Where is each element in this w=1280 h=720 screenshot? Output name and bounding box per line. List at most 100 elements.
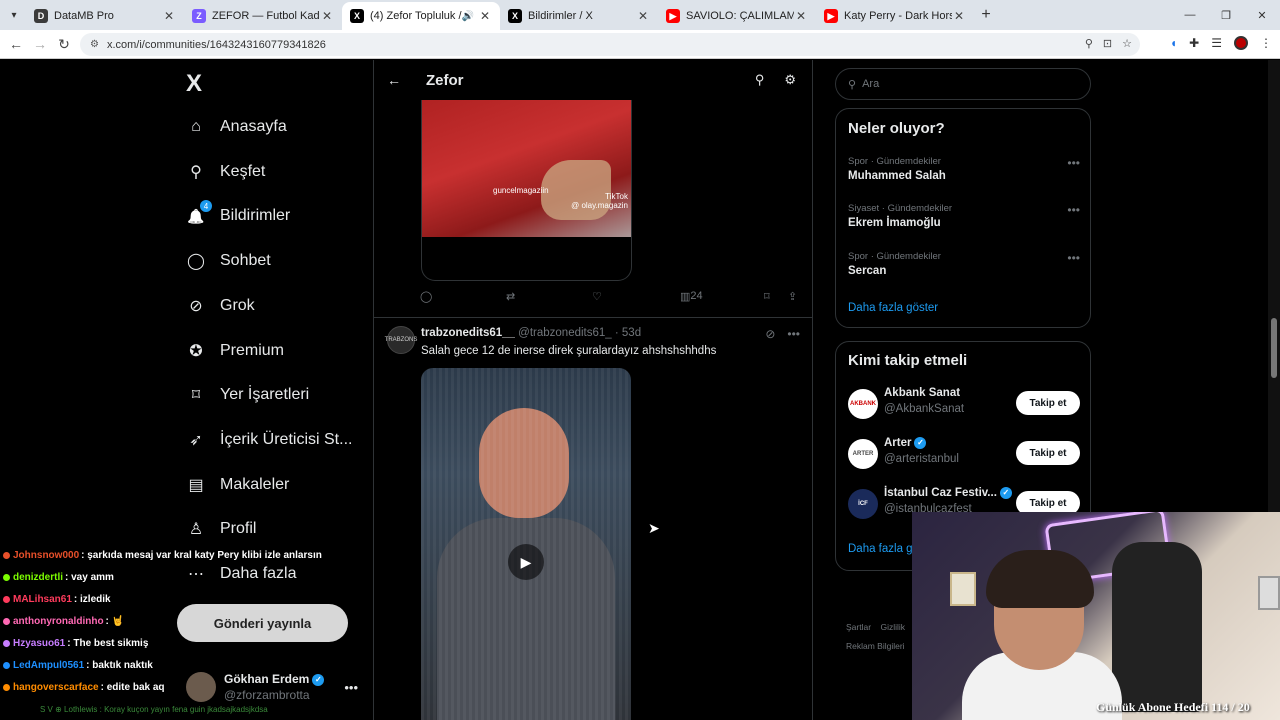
browser-menu-icon[interactable]: ⋮ xyxy=(1260,36,1272,50)
browser-tab-2[interactable]: X (4) Zefor Topluluk / X 🔊 ✕ xyxy=(342,2,500,30)
nav-home[interactable]: ⌂ Anasayfa xyxy=(186,112,287,142)
close-tab-icon[interactable]: ✕ xyxy=(952,9,966,23)
browser-toolbar: ← → ↻ ⚙ x.com/i/communities/164324316077… xyxy=(0,30,1280,59)
site-info-icon[interactable]: ⚙ xyxy=(90,39,99,50)
browser-tab-4[interactable]: ▶ SAVIOLO: ÇALIMLAMAK BENİM ✕ xyxy=(658,2,816,30)
reply-icon[interactable]: ◯ xyxy=(420,290,432,303)
follow-button[interactable]: Takip et xyxy=(1016,441,1080,465)
back-icon[interactable]: ← xyxy=(4,36,28,52)
trend-item[interactable]: Siyaset · Gündemdekiler Ekrem İmamoğlu •… xyxy=(848,203,1080,229)
close-tab-icon[interactable]: ✕ xyxy=(478,9,492,23)
close-tab-icon[interactable]: ✕ xyxy=(794,9,808,23)
bookmark-icon[interactable]: ⌑ xyxy=(764,290,770,303)
back-arrow-icon[interactable]: ← xyxy=(374,72,414,88)
install-icon[interactable]: ⊡ xyxy=(1103,37,1112,50)
nav-premium[interactable]: ✪ Premium xyxy=(186,336,284,366)
bookmark-star-icon[interactable]: ☆ xyxy=(1122,37,1132,50)
reload-icon[interactable]: ↻ xyxy=(52,36,76,53)
chat-text: : The best sikmiş xyxy=(67,637,149,649)
nav-bookmarks[interactable]: ⌑ Yer İşaretleri xyxy=(186,380,309,410)
retweet-icon[interactable]: ⇄ xyxy=(506,290,515,303)
premium-icon: ✪ xyxy=(189,343,203,360)
scrollbar-thumb[interactable] xyxy=(1271,318,1277,378)
settings-gear-icon[interactable]: ⚙ xyxy=(784,72,796,88)
more-options-icon[interactable]: ••• xyxy=(1067,156,1080,170)
follow-button[interactable]: Takip et xyxy=(1016,391,1080,415)
nav-grok[interactable]: ⊘ Grok xyxy=(186,291,255,321)
extensions-puzzle-icon[interactable]: ✚ xyxy=(1189,36,1199,50)
footer-links: Şartlar Gizlilik Reklam Bilgileri xyxy=(846,618,905,656)
chat-text: : edite bak aq xyxy=(100,681,165,693)
suggestion-name: Akbank Sanat xyxy=(884,387,961,399)
follow-suggestion[interactable]: AKBANK Akbank Sanat @AkbankSanat Takip e… xyxy=(848,387,1080,423)
address-bar[interactable]: ⚙ x.com/i/communities/164324316077934182… xyxy=(80,33,1140,56)
profile-avatar[interactable] xyxy=(1234,36,1248,50)
nav-profile[interactable]: ♙ Profil xyxy=(186,514,257,544)
follow-suggestion[interactable]: ARTER Arter ✓ @arteristanbul Takip et xyxy=(848,437,1080,473)
trend-item[interactable]: Spor · Gündemdekiler Sercan ••• xyxy=(848,251,1080,277)
chat-badge-icon xyxy=(3,573,10,581)
close-tab-icon[interactable]: ✕ xyxy=(320,9,334,23)
tab-favicon: X xyxy=(508,9,522,23)
mouse-cursor-icon: ➤ xyxy=(648,520,660,536)
like-icon[interactable]: ♡ xyxy=(592,290,602,303)
nav-chat[interactable]: ◯ Sohbet xyxy=(186,246,271,276)
close-tab-icon[interactable]: ✕ xyxy=(162,9,176,23)
search-icon[interactable]: ⚲ xyxy=(755,72,765,88)
author-handle[interactable]: @trabzonedits61_ xyxy=(518,327,612,339)
grok-icon[interactable]: ⊘ xyxy=(765,327,775,341)
wall-frame xyxy=(950,572,976,606)
chat-message: MALihsan61: izledik xyxy=(0,588,370,610)
footer-link[interactable]: Şartlar xyxy=(846,622,871,632)
nav-articles[interactable]: ▤ Makaleler xyxy=(186,470,289,500)
more-options-icon[interactable]: ••• xyxy=(1067,251,1080,265)
footer-link[interactable]: Gizlilik xyxy=(881,622,906,632)
author-name[interactable]: trabzonedits61__ xyxy=(421,327,515,339)
tab-title: Bildirimler / X xyxy=(528,10,593,22)
forward-icon[interactable]: → xyxy=(28,36,52,52)
chat-text: : 🤘 xyxy=(105,615,125,627)
tweet-video[interactable]: ▶ xyxy=(421,368,631,720)
tweet-time[interactable]: · 53d xyxy=(615,327,641,339)
footer-link[interactable]: Reklam Bilgileri xyxy=(846,641,905,651)
wall-frame xyxy=(1258,576,1280,610)
new-tab-button[interactable]: + xyxy=(974,6,998,24)
share-icon[interactable]: ⇪ xyxy=(788,290,797,303)
minimize-icon[interactable]: — xyxy=(1172,9,1208,21)
more-options-icon[interactable]: ••• xyxy=(787,327,800,341)
close-tab-icon[interactable]: ✕ xyxy=(636,9,650,23)
nav-notifications[interactable]: 🔔 4 Bildirimler xyxy=(186,200,290,231)
more-options-icon[interactable]: ••• xyxy=(1067,203,1080,217)
play-icon[interactable]: ▶ xyxy=(508,544,544,580)
maximize-icon[interactable]: ❐ xyxy=(1208,9,1244,22)
nav-label: Makaleler xyxy=(220,476,290,493)
avatar[interactable]: TRABZONS xyxy=(385,326,417,354)
nav-explore[interactable]: ⚲ Keşfet xyxy=(186,157,265,187)
trend-name: Muhammed Salah xyxy=(848,170,946,182)
browser-tab-1[interactable]: Z ZEFOR — Futbol Kadro Planları ✕ xyxy=(184,2,342,30)
nav-label: Grok xyxy=(220,297,255,314)
tab-title: (4) Zefor Topluluk / X xyxy=(370,10,462,22)
extension-icon[interactable]: ◖ xyxy=(1170,36,1177,50)
trend-item[interactable]: Spor · Gündemdekiler Muhammed Salah ••• xyxy=(848,156,1080,182)
x-logo-icon[interactable]: X xyxy=(186,70,202,98)
browser-tab-0[interactable]: D DataMB Pro ✕ xyxy=(26,2,184,30)
browser-tab-5[interactable]: ▶ Katy Perry - Dark Horse ft. Juicy ✕ xyxy=(816,2,974,30)
show-more-link[interactable]: Daha fazla göster xyxy=(848,302,938,314)
close-window-icon[interactable]: ✕ xyxy=(1244,9,1280,22)
rocket-icon: ➶ xyxy=(189,432,203,449)
browser-tab-bar: ▾ D DataMB Pro ✕ Z ZEFOR — Futbol Kadro … xyxy=(0,0,1280,30)
reading-list-icon[interactable]: ☰ xyxy=(1211,36,1222,50)
nav-creator-studio[interactable]: ➶ İçerik Üreticisi St... xyxy=(186,425,352,455)
tab-search-button[interactable]: ▾ xyxy=(2,3,26,27)
zoom-icon[interactable]: ⚲ xyxy=(1085,37,1093,50)
chat-username: hangoverscarface xyxy=(13,681,99,693)
browser-tab-3[interactable]: X Bildirimler / X ✕ xyxy=(500,2,658,30)
search-icon: ⚲ xyxy=(848,78,857,91)
url-text: x.com/i/communities/1643243160779341826 xyxy=(106,38,326,51)
speaker-icon[interactable]: 🔊 xyxy=(462,11,474,22)
views-icon[interactable]: ▥ 24 xyxy=(680,290,703,303)
search-input[interactable]: ⚲ Ara xyxy=(835,68,1091,100)
nav-label: Keşfet xyxy=(220,163,266,180)
trends-panel: Neler oluyor? Spor · Gündemdekiler Muham… xyxy=(835,108,1091,328)
